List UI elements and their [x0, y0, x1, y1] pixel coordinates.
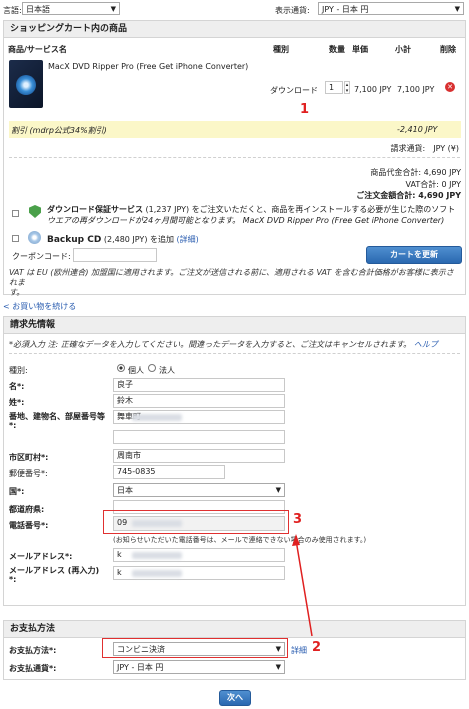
- next-button[interactable]: 次へ: [219, 690, 251, 706]
- annotation-arrow: [292, 534, 313, 637]
